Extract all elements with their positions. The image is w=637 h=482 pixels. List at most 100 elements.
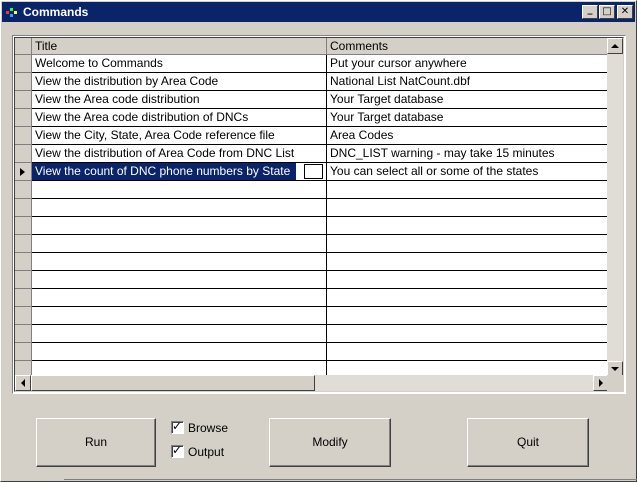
cell-comments[interactable]: Put your cursor anywhere [327, 55, 609, 73]
close-icon: ✕ [620, 6, 630, 17]
scrollbar-corner [607, 375, 623, 391]
cell-title[interactable]: View the distribution of Area Code from … [32, 145, 327, 163]
table-row[interactable]: Welcome to Commands Put your cursor anywh… [15, 55, 609, 73]
cell-title[interactable] [32, 217, 327, 235]
cell-title[interactable]: View the Area code distribution [32, 91, 327, 109]
table-row[interactable] [15, 325, 609, 343]
commands-grid[interactable]: Title Comments Welcome to Commands Put yo… [12, 35, 626, 394]
row-selector[interactable] [15, 109, 32, 127]
cell-comments[interactable] [327, 217, 609, 235]
scroll-up-button[interactable] [607, 38, 623, 54]
row-selector[interactable] [15, 181, 32, 199]
cell-comments[interactable]: Your Target database [327, 109, 609, 127]
output-checkbox[interactable]: ✓ [171, 443, 184, 458]
cell-comments[interactable] [327, 271, 609, 289]
cell-comments[interactable] [327, 325, 609, 343]
cell-comments[interactable]: DNC_LIST warning - may take 15 minutes [327, 145, 609, 163]
cell-comments[interactable] [327, 181, 609, 199]
cell-title[interactable]: View the count of DNC phone numbers by S… [32, 163, 327, 181]
cell-edit-box[interactable] [304, 164, 323, 179]
table-row[interactable] [15, 181, 609, 199]
cell-title[interactable] [32, 343, 327, 361]
row-selector[interactable] [15, 127, 32, 145]
cell-title-text: View the count of DNC phone numbers by S… [32, 163, 297, 180]
cell-title[interactable]: View the City, State, Area Code referenc… [32, 127, 327, 145]
column-header-title[interactable]: Title [32, 38, 327, 55]
row-selector[interactable] [15, 91, 32, 109]
cell-title[interactable]: View the Area code distribution of DNCs [32, 109, 327, 127]
row-selector[interactable] [15, 307, 32, 325]
row-selector[interactable] [15, 271, 32, 289]
browse-label[interactable]: Browse [188, 421, 228, 435]
table-row[interactable]: View the Area code distribution Your Targ… [15, 91, 609, 109]
cell-title[interactable]: Welcome to Commands [32, 55, 327, 73]
cell-comments[interactable]: You can select all or some of the states [327, 163, 609, 181]
cell-comment-text: National List NatCount.dbf [330, 74, 471, 88]
table-row[interactable] [15, 235, 609, 253]
row-selector[interactable] [15, 145, 32, 163]
table-row[interactable] [15, 307, 609, 325]
cell-title[interactable] [32, 271, 327, 289]
modify-button[interactable]: Modify [269, 418, 391, 467]
vertical-scrollbar[interactable] [607, 38, 623, 377]
cell-comments[interactable]: Your Target database [327, 91, 609, 109]
cell-comments[interactable] [327, 199, 609, 217]
cell-title[interactable] [32, 199, 327, 217]
cell-comment-text: Your Target database [330, 110, 444, 124]
horizontal-scroll-thumb[interactable] [31, 375, 315, 391]
cell-comment-text: You can select all or some of the states [330, 164, 539, 178]
close-button[interactable]: ✕ [617, 5, 633, 19]
cell-comments[interactable]: Area Codes [327, 127, 609, 145]
output-label[interactable]: Output [188, 445, 224, 459]
column-header-comments[interactable]: Comments [327, 38, 609, 55]
cell-comments[interactable]: National List NatCount.dbf [327, 73, 609, 91]
row-selector[interactable] [15, 55, 32, 73]
horizontal-scrollbar[interactable] [15, 375, 609, 391]
cell-title[interactable] [32, 307, 327, 325]
row-selector[interactable] [15, 199, 32, 217]
cell-comment-text: DNC_LIST warning - may take 15 minutes [330, 146, 555, 160]
scroll-left-button[interactable] [15, 375, 31, 391]
table-row[interactable] [15, 199, 609, 217]
row-selector[interactable] [15, 235, 32, 253]
window-title: Commands [23, 5, 89, 19]
table-row[interactable]: View the count of DNC phone numbers by S… [15, 163, 609, 181]
table-row[interactable] [15, 271, 609, 289]
row-selector[interactable] [15, 73, 32, 91]
row-selector[interactable] [15, 289, 32, 307]
cell-title[interactable] [32, 181, 327, 199]
run-button[interactable]: Run [36, 418, 156, 467]
cell-title[interactable] [32, 253, 327, 271]
cell-comments[interactable] [327, 343, 609, 361]
table-row[interactable]: View the City, State, Area Code referenc… [15, 127, 609, 145]
browse-checkbox[interactable]: ✓ [171, 419, 184, 434]
row-selector[interactable] [15, 217, 32, 235]
row-selector[interactable] [15, 325, 32, 343]
row-selector[interactable] [15, 163, 32, 181]
row-selector[interactable] [15, 253, 32, 271]
cell-comments[interactable] [327, 235, 609, 253]
row-selector[interactable] [15, 343, 32, 361]
cell-title-text: View the Area code distribution of DNCs [35, 110, 249, 124]
table-row[interactable] [15, 343, 609, 361]
cell-title[interactable] [32, 289, 327, 307]
table-row[interactable] [15, 217, 609, 235]
title-bar[interactable]: Commands _ □ ✕ [2, 2, 635, 22]
cell-title[interactable] [32, 235, 327, 253]
maximize-button[interactable]: □ [599, 5, 615, 19]
table-row[interactable]: View the distribution by Area Code Nation… [15, 73, 609, 91]
table-row[interactable] [15, 253, 609, 271]
down-arrow-icon [611, 367, 619, 371]
cell-comments[interactable] [327, 289, 609, 307]
cell-comments[interactable] [327, 253, 609, 271]
cell-title[interactable] [32, 325, 327, 343]
quit-button[interactable]: Quit [467, 418, 589, 467]
minimize-button[interactable]: _ [582, 4, 598, 19]
check-icon: ✓ [172, 443, 183, 457]
cell-title[interactable]: View the distribution by Area Code [32, 73, 327, 91]
table-row[interactable]: View the distribution of Area Code from … [15, 145, 609, 163]
cell-comments[interactable] [327, 307, 609, 325]
table-row[interactable]: View the Area code distribution of DNCs Y… [15, 109, 609, 127]
status-divider [64, 479, 637, 480]
table-row[interactable] [15, 289, 609, 307]
